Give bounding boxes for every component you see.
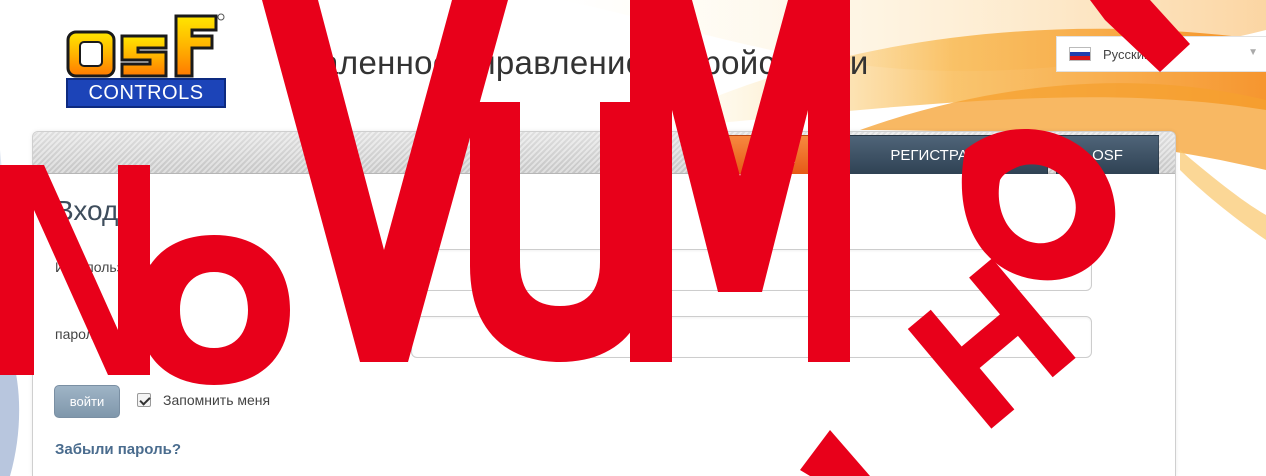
flag-russia-icon bbox=[1069, 47, 1091, 61]
nav-bar: ВХОД РЕГИСТРАЦИЯ OSF bbox=[33, 132, 1175, 174]
password-label: пароль bbox=[55, 326, 102, 342]
page: CONTROLS Удаленное управление устройства… bbox=[0, 0, 1266, 476]
username-label: Имя пользователя bbox=[55, 259, 175, 275]
remember-me[interactable]: Запомнить меня bbox=[137, 392, 270, 408]
language-select-label: Русский bbox=[1103, 46, 1152, 62]
tab-osf[interactable]: OSF bbox=[1056, 135, 1159, 174]
osf-logo-icon bbox=[66, 13, 225, 78]
tab-login[interactable]: ВХОД bbox=[717, 135, 833, 174]
logo-controls-label: CONTROLS bbox=[66, 78, 226, 108]
page-title: Вход bbox=[55, 195, 119, 226]
password-field[interactable] bbox=[411, 316, 1092, 358]
login-button[interactable]: войти bbox=[54, 385, 120, 418]
tab-register[interactable]: РЕГИСТРАЦИЯ bbox=[843, 135, 1048, 174]
language-select[interactable]: Русский ▼ bbox=[1056, 36, 1266, 72]
site-title: Удаленное управление устройствами bbox=[282, 44, 869, 81]
username-field[interactable] bbox=[411, 249, 1092, 291]
login-panel: ВХОД РЕГИСТРАЦИЯ OSF Вход Имя пользовате… bbox=[32, 131, 1176, 476]
remember-me-checkbox[interactable] bbox=[137, 393, 151, 407]
remember-me-label: Запомнить меня bbox=[163, 392, 271, 408]
osf-controls-logo[interactable]: CONTROLS bbox=[66, 12, 226, 108]
forgot-password-link[interactable]: Забыли пароль? bbox=[55, 441, 181, 458]
chevron-down-icon: ▼ bbox=[1248, 47, 1258, 58]
